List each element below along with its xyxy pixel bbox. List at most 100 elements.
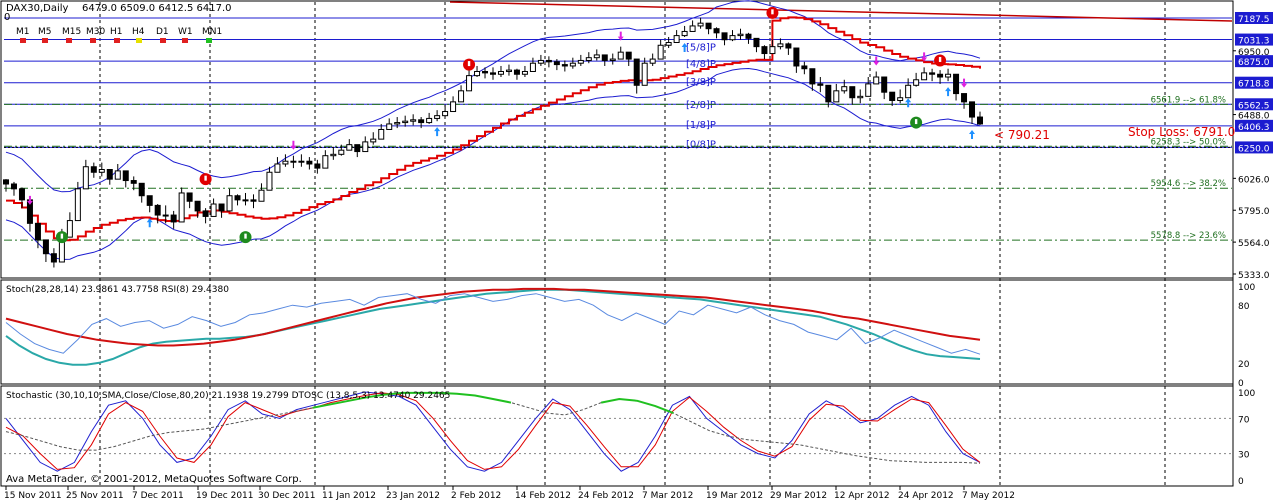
panel3-title: Stochastic (30,10,10,SMA,Close/Close,80,… — [6, 391, 450, 401]
date-axis-label: 7 Dec 2011 — [132, 491, 184, 501]
candle-body — [386, 123, 393, 130]
candle-body — [505, 69, 512, 72]
stochastic-dtosc-panel[interactable] — [0, 385, 1234, 487]
candle-body — [905, 84, 912, 99]
fibonacci-level-label: 5578.8 --> 23.6% — [1151, 231, 1226, 241]
candle-body — [625, 51, 632, 60]
date-axis-label: 29 Mar 2012 — [770, 491, 827, 501]
stop-loss-label: Stop Loss: 6791.0 — [1128, 125, 1235, 139]
candle-body — [10, 183, 17, 190]
candle-body — [753, 37, 760, 48]
candle-body — [354, 144, 361, 153]
candle-body — [178, 192, 185, 223]
panel3-level-label: 100 — [1238, 389, 1255, 399]
candle-body — [697, 22, 704, 27]
price-axis-label: 6875.0 — [1238, 58, 1270, 68]
candle-body — [130, 180, 137, 184]
candle-body — [42, 239, 49, 255]
stoch-rsi-panel[interactable] — [0, 279, 1234, 385]
candle-body — [330, 153, 337, 157]
candle-body — [74, 188, 81, 222]
candle-body — [338, 149, 345, 155]
timeframe-status-box — [182, 38, 188, 43]
date-axis-label: 12 Apr 2012 — [834, 491, 890, 501]
price-axis-label: 6250.0 — [1238, 144, 1270, 154]
timeframe-status-box — [206, 38, 212, 43]
candle-body — [426, 117, 433, 124]
fractal-mark-icon — [60, 233, 64, 239]
candle-body — [633, 58, 640, 86]
trading-chart[interactable]: [5/8]P[4/8]P[3/8]P[2/8]P[1/8]P[0/8]P6561… — [0, 0, 1274, 503]
candle-body — [577, 59, 584, 64]
date-axis-label: 25 Nov 2011 — [66, 491, 124, 501]
candle-body — [865, 83, 872, 97]
candle-body — [945, 73, 952, 78]
panel3-level-label: 0 — [1238, 477, 1244, 487]
target-label: < 790.21 — [994, 128, 1050, 142]
candle-body — [849, 86, 856, 99]
timeframe-status-box — [20, 38, 26, 43]
candle-body — [545, 59, 552, 63]
panel2-level-label: 100 — [1238, 283, 1255, 293]
candle-body — [322, 155, 329, 169]
timeframe-status-box — [90, 38, 96, 43]
panel2-level-label: 20 — [1238, 360, 1250, 370]
timeframe-status-box — [66, 38, 72, 43]
date-axis-label: 24 Feb 2012 — [578, 491, 634, 501]
candle-body — [410, 119, 417, 122]
fractal-mark-icon — [771, 9, 774, 15]
candle-body — [561, 64, 568, 67]
candle-body — [3, 179, 9, 185]
candle-body — [801, 65, 808, 70]
candle-body — [458, 90, 465, 103]
candle-body — [442, 111, 449, 117]
timeframe-status-box — [136, 38, 142, 43]
candle-body — [210, 203, 217, 217]
candle-body — [721, 32, 728, 41]
candle-body — [106, 169, 113, 180]
fractal-mark-icon — [467, 61, 471, 67]
candle-body — [242, 199, 249, 202]
candle-body — [50, 253, 57, 263]
candle-body — [370, 138, 377, 143]
candle-body — [306, 160, 313, 165]
candle-body — [537, 59, 544, 64]
candle-body — [953, 73, 960, 95]
candle-body — [737, 33, 744, 37]
candle-body — [402, 120, 409, 124]
timeframe-status-box — [114, 38, 120, 43]
murrey-level-label: [5/8]P — [686, 43, 716, 54]
candle-body — [282, 160, 289, 165]
timeframe-label: W1 — [178, 27, 193, 37]
candle-body — [745, 33, 752, 39]
price-axis-label: 6406.3 — [1238, 123, 1270, 133]
candle-body — [889, 91, 896, 101]
candle-body — [90, 166, 97, 173]
candle-body — [314, 163, 321, 169]
candle-body — [482, 70, 489, 74]
candle-body — [705, 22, 712, 30]
fractal-mark-icon — [204, 175, 207, 181]
candle-body — [961, 93, 968, 103]
panel2-level-label: 80 — [1238, 302, 1250, 312]
candle-body — [450, 101, 457, 113]
candle-body — [585, 57, 592, 61]
date-axis-label: 19 Dec 2011 — [196, 491, 254, 501]
candle-body — [729, 35, 736, 41]
candle-body — [258, 189, 265, 202]
candle-body — [833, 90, 840, 103]
fractal-mark-icon — [244, 233, 247, 239]
candle-body — [418, 119, 425, 124]
timeframe-label: H1 — [110, 27, 123, 37]
candle-body — [394, 122, 401, 125]
murrey-level-label: [1/8]P — [686, 120, 716, 131]
candle-body — [154, 204, 161, 216]
candle-body — [785, 43, 792, 49]
candle-body — [490, 72, 496, 75]
date-axis-label: 2 Feb 2012 — [451, 491, 501, 501]
candle-body — [114, 170, 121, 180]
date-axis-label: 7 May 2012 — [962, 491, 1015, 501]
timeframe-label: M15 — [62, 27, 81, 37]
price-axis-label: 6562.5 — [1238, 101, 1270, 111]
candle-body — [969, 101, 976, 118]
